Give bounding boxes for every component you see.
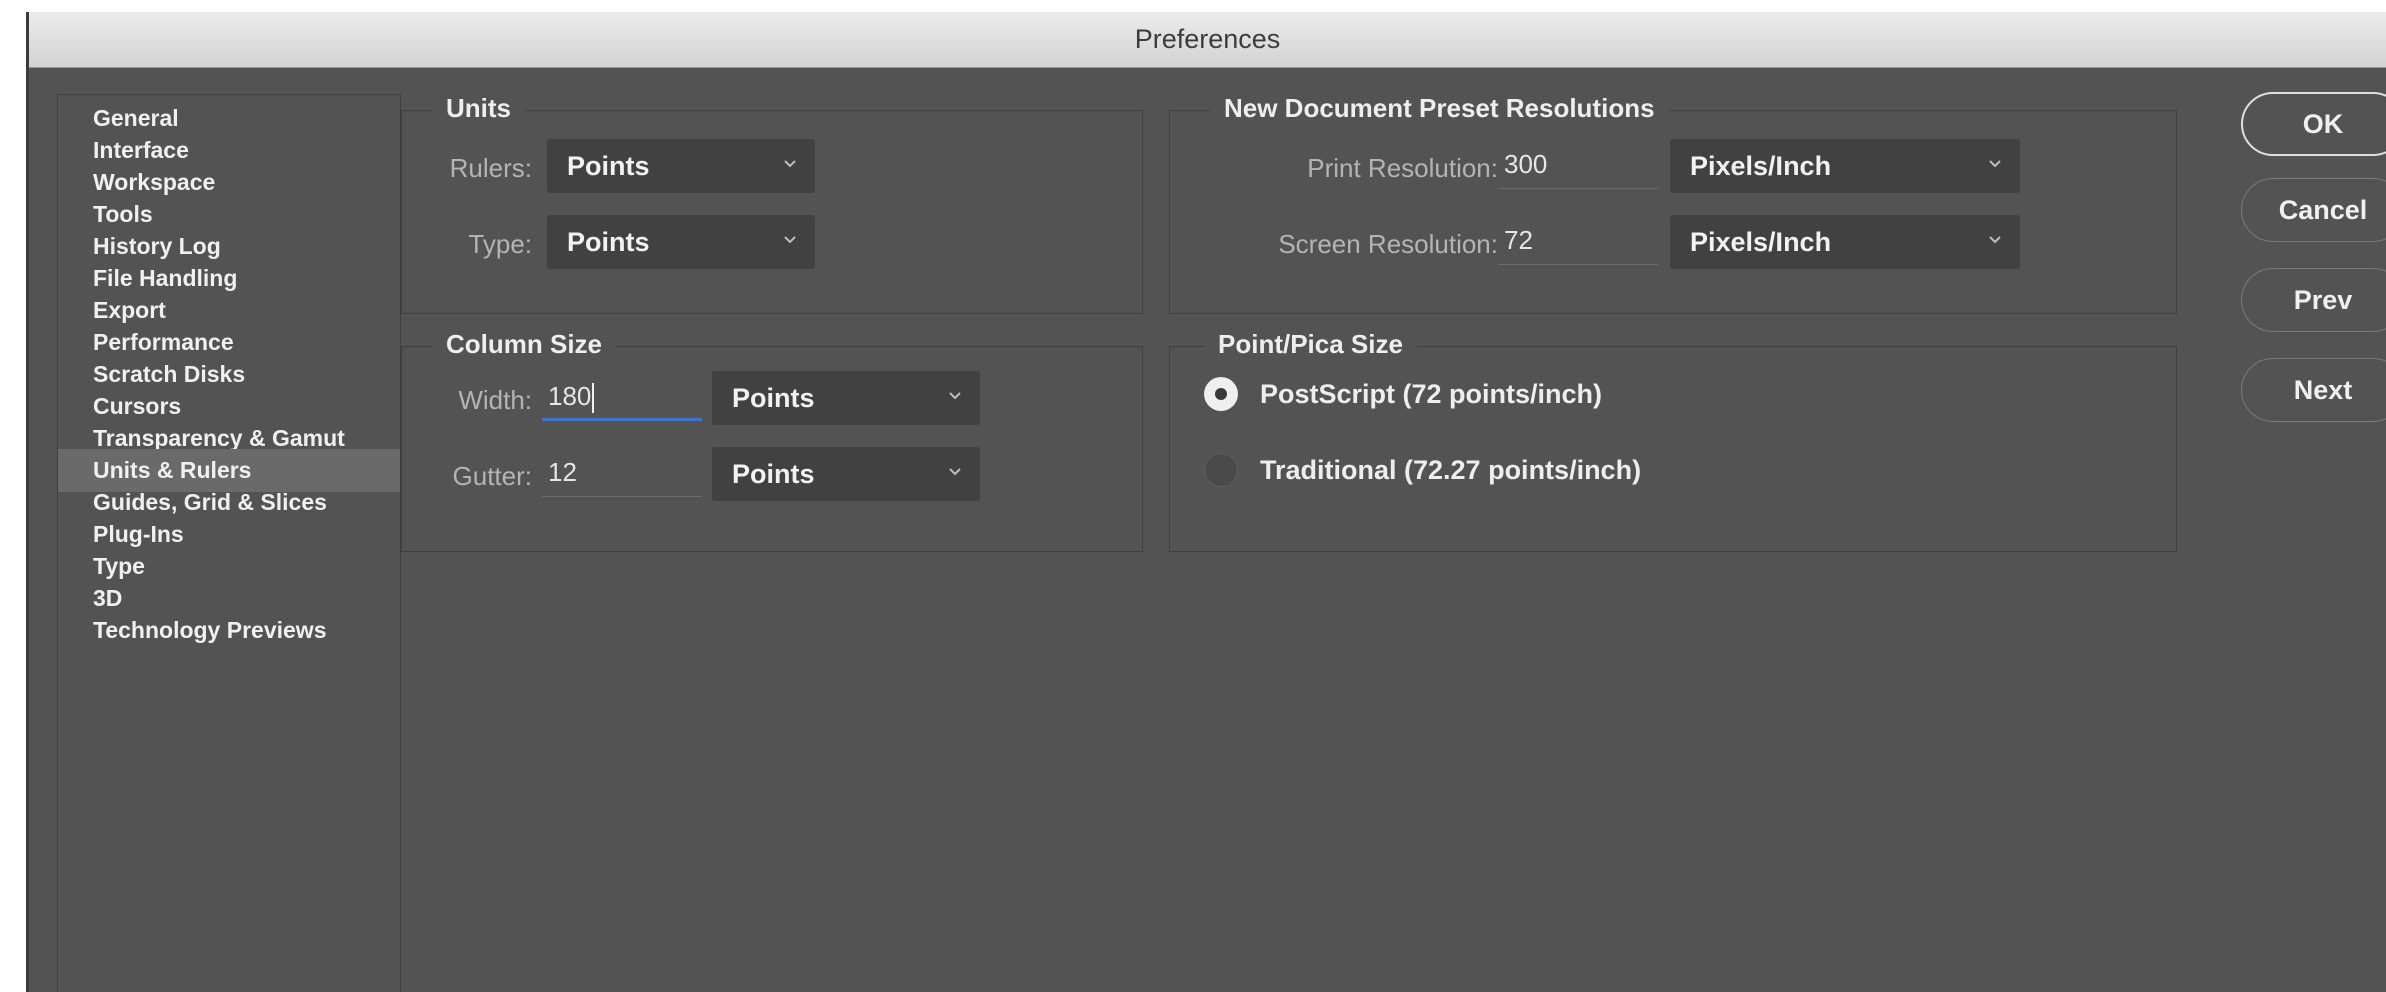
prev-button[interactable]: Prev: [2241, 268, 2386, 332]
width-input[interactable]: 180: [542, 371, 702, 421]
postscript-radio[interactable]: [1204, 377, 1238, 411]
chevron-down-icon: [949, 468, 961, 476]
screen-resolution-unit-dropdown[interactable]: Pixels/Inch: [1670, 215, 2020, 269]
type-label: Type:: [468, 229, 532, 259]
cancel-button[interactable]: Cancel: [2241, 178, 2386, 242]
resolutions-legend: New Document Preset Resolutions: [1210, 93, 1669, 124]
chevron-down-icon: [784, 160, 796, 168]
width-label: Width:: [458, 385, 532, 415]
screen-resolution-input[interactable]: 72: [1498, 215, 1658, 265]
rulers-label: Rulers:: [449, 153, 532, 183]
traditional-radio-label[interactable]: Traditional (72.27 points/inch): [1260, 455, 1641, 486]
gutter-label: Gutter:: [452, 461, 532, 491]
gutter-input[interactable]: 12: [542, 447, 702, 497]
width-input-value: 180: [548, 381, 592, 411]
print-resolution-unit-value: Pixels/Inch: [1690, 150, 1832, 181]
chevron-down-icon: [1989, 160, 2001, 168]
gutter-unit-dropdown[interactable]: Points: [712, 447, 980, 501]
width-unit-value: Points: [732, 382, 815, 413]
units-group: Units Rulers: Points Type: Points: [401, 93, 1143, 314]
rulers-dropdown-value: Points: [567, 150, 650, 181]
print-resolution-label: Print Resolution:: [1307, 153, 1498, 183]
gutter-unit-value: Points: [732, 458, 815, 489]
traditional-radio[interactable]: [1204, 453, 1238, 487]
chevron-down-icon: [949, 392, 961, 400]
screen-resolution-unit-value: Pixels/Inch: [1690, 226, 1832, 257]
width-unit-dropdown[interactable]: Points: [712, 371, 980, 425]
resolutions-group: New Document Preset Resolutions Print Re…: [1169, 93, 2177, 314]
chevron-down-icon: [1989, 236, 2001, 244]
print-resolution-input[interactable]: 300: [1498, 139, 1658, 189]
type-dropdown[interactable]: Points: [547, 215, 815, 269]
point-pica-legend: Point/Pica Size: [1204, 329, 1417, 360]
window-title: Preferences: [1134, 24, 1281, 54]
ok-button[interactable]: OK: [2241, 92, 2386, 156]
postscript-radio-label[interactable]: PostScript (72 points/inch): [1260, 379, 1602, 410]
text-caret: [592, 383, 595, 414]
column-size-legend: Column Size: [432, 329, 617, 360]
units-legend: Units: [432, 93, 525, 124]
column-size-group: Column Size Width: 180 Points Gutter: 12…: [401, 329, 1143, 552]
type-dropdown-value: Points: [567, 226, 650, 257]
point-pica-group: Point/Pica Size PostScript (72 points/in…: [1169, 329, 2177, 552]
rulers-dropdown[interactable]: Points: [547, 139, 815, 193]
chevron-down-icon: [784, 236, 796, 244]
sidebar: General Interface Workspace Tools Histor…: [57, 94, 401, 992]
title-bar[interactable]: Preferences: [29, 12, 2386, 68]
print-resolution-unit-dropdown[interactable]: Pixels/Inch: [1670, 139, 2020, 193]
preferences-window: Preferences General Interface Workspace …: [26, 12, 2386, 992]
sidebar-item-technology-previews[interactable]: Technology Previews: [58, 609, 400, 652]
screen-resolution-label: Screen Resolution:: [1278, 229, 1498, 259]
next-button[interactable]: Next: [2241, 358, 2386, 422]
